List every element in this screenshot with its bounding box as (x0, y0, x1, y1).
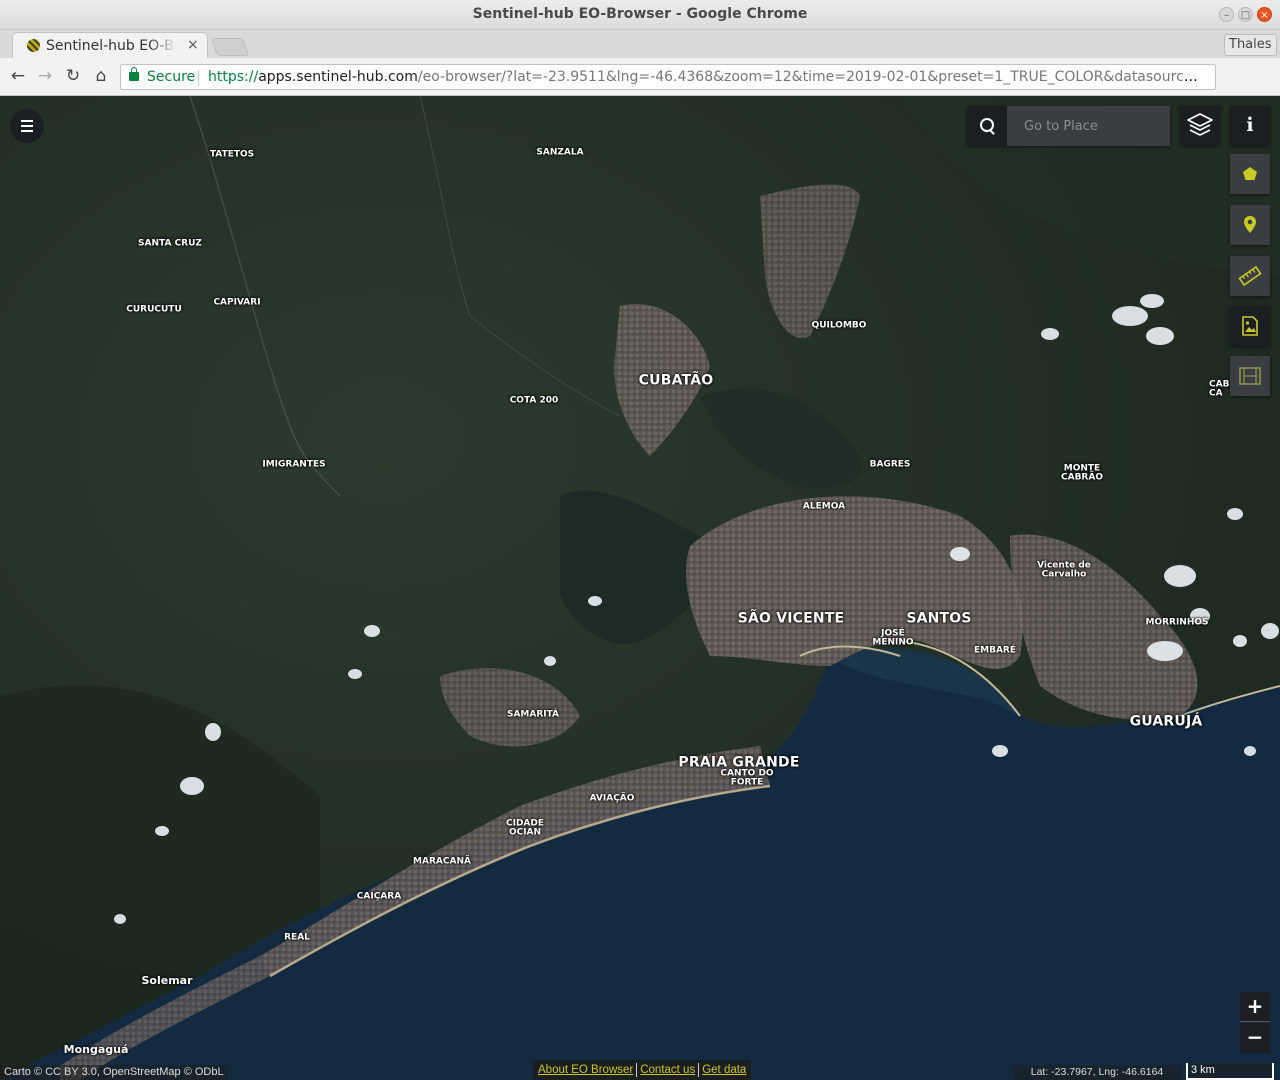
place-label-maracana: MARACANÃ (413, 856, 471, 867)
place-label-embare: EMBARÉ (973, 645, 1017, 656)
tab-strip: Sentinel-hub EO-Browser × Thales (0, 30, 1280, 58)
sentinel-hub-favicon-icon (27, 39, 40, 52)
timelapse-button[interactable] (1230, 356, 1270, 396)
close-window-button[interactable]: × (1257, 7, 1272, 22)
profile-button[interactable]: Thales (1224, 34, 1277, 56)
place-label-alemoa: ALEMOA (802, 501, 846, 512)
contact-us-link[interactable]: Contact us (637, 1064, 698, 1076)
layers-icon (1187, 113, 1213, 136)
tab-eo-browser[interactable]: Sentinel-hub EO-Browser × (12, 32, 208, 58)
maximize-button[interactable]: □ (1238, 7, 1253, 22)
tab-title: Sentinel-hub EO-Browser (46, 38, 176, 54)
place-label-sao-vicente: SÃO VICENTE (737, 610, 845, 627)
place-label-samarita: SAMARITÁ (506, 709, 560, 720)
home-icon[interactable]: ⌂ (91, 66, 111, 86)
layers-button[interactable] (1180, 106, 1220, 146)
place-label-cubatao: CUBATÃO (638, 372, 714, 389)
place-label-sanzala: SANZALA (536, 147, 584, 158)
forward-arrow-icon[interactable]: → (35, 66, 55, 86)
browser-window: Sentinel-hub EO-Browser - Google Chrome … (0, 0, 1280, 1080)
window-title: Sentinel-hub EO-Browser - Google Chrome (472, 6, 808, 22)
secure-label[interactable]: Secure (147, 65, 195, 89)
zoom-in-button[interactable]: + (1240, 992, 1270, 1022)
url-text[interactable]: https://apps.sentinel-hub.com/eo-browser… (208, 65, 1198, 89)
search-icon[interactable] (967, 106, 1007, 146)
place-label-tatetos: TATETOS (209, 149, 255, 160)
address-bar[interactable]: Secure https://apps.sentinel-hub.com/eo-… (120, 64, 1216, 90)
place-label-solemar: Solemar (141, 974, 193, 988)
hamburger-icon-bar (21, 125, 33, 127)
footer-links: About EO Browser Contact us Get data (533, 1060, 752, 1080)
map-attribution: Carto © CC BY 3.0, OpenStreetMap © ODbL (0, 1065, 228, 1080)
browser-toolbar: ← → ↻ ⌂ Secure https://apps.sentinel-hub… (0, 58, 1280, 150)
place-label-santa-cruz: SANTA CRUZ (138, 238, 202, 249)
menu-button[interactable] (10, 109, 44, 143)
place-label-bagres: BAGRES (869, 459, 911, 470)
image-file-icon (1242, 316, 1258, 336)
cursor-coordinates: Lat: -23.7967, Lng: -46.6164 (1013, 1065, 1181, 1080)
map-marker-icon (1244, 216, 1256, 233)
minimize-button[interactable]: – (1219, 7, 1234, 22)
place-label-santos: SANTOS (906, 610, 972, 627)
info-icon: i (1246, 114, 1254, 136)
place-label-capivari: CAPIVARI (213, 297, 261, 308)
tab-close-icon[interactable]: × (187, 37, 199, 53)
url-path: /eo-browser/?lat=-23.9511&lng=-46.4368&z… (417, 69, 1198, 85)
ruler-icon (1238, 265, 1262, 287)
scale-bar: 3 km (1186, 1063, 1274, 1080)
title-bar: Sentinel-hub EO-Browser - Google Chrome … (0, 0, 1280, 30)
area-of-interest-button[interactable] (1230, 154, 1270, 194)
new-tab-button[interactable] (210, 38, 250, 56)
download-image-button[interactable] (1230, 306, 1270, 346)
lock-icon[interactable] (129, 67, 139, 81)
back-arrow-icon[interactable]: ← (8, 66, 28, 86)
search-input[interactable] (1007, 106, 1170, 146)
point-of-interest-button[interactable] (1230, 205, 1270, 245)
place-label-real: REAL (284, 932, 310, 943)
place-label-canto-do-forte: CANTO DO FORTE (720, 768, 774, 788)
hamburger-icon-bar (21, 130, 33, 132)
go-to-place-search (967, 106, 1170, 146)
place-label-cidade-ocian: CIDADE OCIAN (505, 818, 544, 838)
about-eo-browser-link[interactable]: About EO Browser (535, 1064, 636, 1076)
place-label-quilombo: QUILOMBO (811, 320, 867, 331)
place-label-imigrantes: IMIGRANTES (262, 459, 326, 470)
place-label-morrinhos: MORRINHOS (1145, 617, 1209, 628)
place-label-caicara: CAIÇARA (356, 891, 402, 902)
satellite-map[interactable]: TATETOS SANZALA SANTA CRUZ CURUCUTU CAPI… (0, 96, 1280, 1080)
place-label-cota-200: COTA 200 (509, 395, 559, 406)
place-label-guaruja: GUARUJÁ (1129, 713, 1203, 730)
place-label-curucutu: CURUCUTU (126, 304, 182, 315)
omnibox-divider (198, 70, 199, 86)
info-button[interactable]: i (1230, 106, 1270, 146)
place-label-aviacao: AVIAÇÃO (589, 793, 635, 804)
pentagon-icon (1243, 167, 1257, 180)
url-host: apps.sentinel-hub.com (258, 69, 418, 85)
place-label-vicente-de-carvalho: Vicente de Carvalho (1037, 560, 1091, 580)
get-data-link[interactable]: Get data (699, 1064, 749, 1076)
url-scheme: https:// (208, 69, 259, 85)
place-label-jose-menino: JOSÉ MENINO (872, 628, 914, 648)
measure-button[interactable] (1230, 256, 1270, 296)
hamburger-icon (21, 120, 33, 122)
reload-icon[interactable]: ↻ (63, 66, 83, 86)
place-label-monte-cabrao: MONTE CABRÃO (1061, 463, 1103, 483)
film-icon (1239, 367, 1261, 385)
zoom-out-button[interactable]: − (1240, 1023, 1270, 1053)
place-label-mongagua: Mongaguá (63, 1043, 129, 1057)
